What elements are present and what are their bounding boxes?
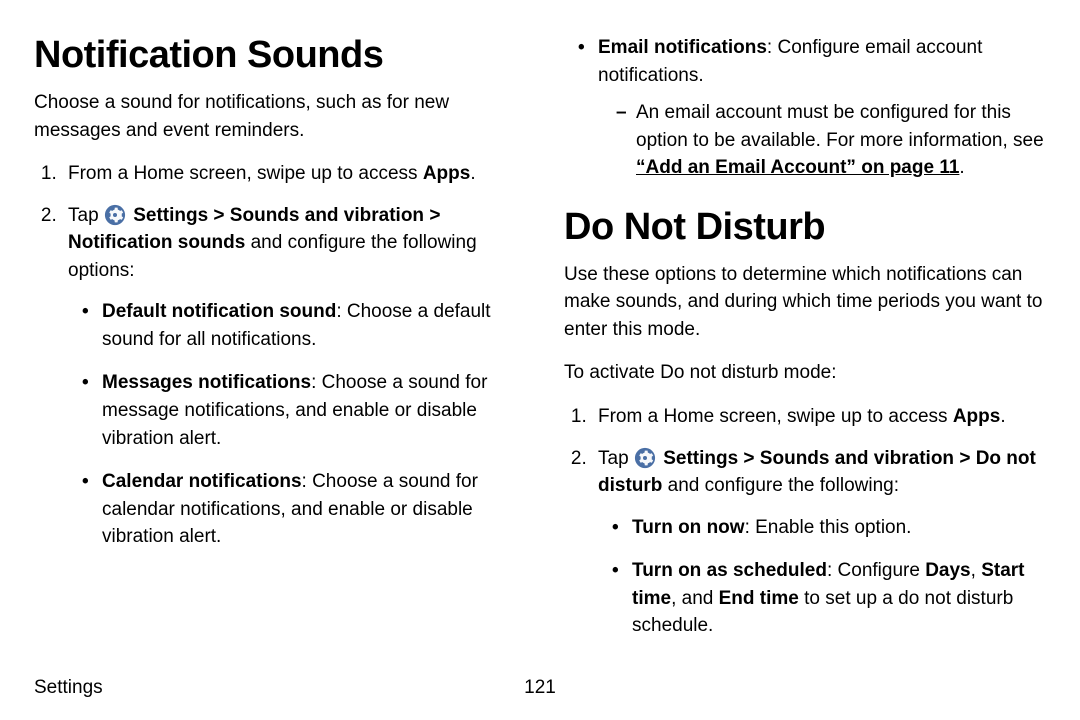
bullet-calendar: Calendar notifications: Choose a sound f… (82, 468, 516, 551)
footer-page-number: 121 (524, 674, 556, 702)
bullet-messages: Messages notifications: Choose a sound f… (82, 369, 516, 452)
bold-text: Days (925, 560, 970, 581)
bold-text: Calendar notifications (102, 471, 302, 492)
bullet-turn-on-now: Turn on now: Enable this option. (612, 514, 1046, 542)
bold-text: Turn on now (632, 517, 745, 538)
dash-item: An email account must be configured for … (616, 99, 1046, 182)
text: , and (671, 588, 719, 609)
text: . (959, 157, 964, 178)
bold-text: Turn on as scheduled (632, 560, 827, 581)
text: and configure the following: (662, 475, 899, 496)
options-list-right: Turn on now: Enable this option. Turn on… (598, 514, 1046, 640)
gear-icon (104, 204, 126, 226)
bold-text: Apps (953, 406, 1001, 427)
heading-notification-sounds: Notification Sounds (34, 28, 516, 83)
text: . (1000, 406, 1005, 427)
bold-text: End time (719, 588, 799, 609)
bold-text: Default notification sound (102, 301, 336, 322)
bold-text: Email notifications (598, 37, 767, 58)
heading-do-not-disturb: Do Not Disturb (564, 200, 1046, 255)
options-list-left: Default notification sound: Choose a def… (68, 298, 516, 550)
bold-text: Messages notifications (102, 372, 311, 393)
bold-text: Apps (423, 163, 471, 184)
bullet-email: Email notifications: Configure email acc… (578, 34, 1046, 182)
page-footer: Settings 121 (34, 674, 1046, 702)
steps-list-right: From a Home screen, swipe up to access A… (564, 403, 1046, 640)
step-2-right: Tap Settings > Sounds and vibration > Do… (592, 445, 1046, 640)
bullet-turn-on-scheduled: Turn on as scheduled: Configure Days, St… (612, 557, 1046, 640)
gear-icon (634, 447, 656, 469)
text: , (971, 560, 982, 581)
intro-paragraph: Choose a sound for notifications, such a… (34, 89, 516, 144)
page-content: Notification Sounds Choose a sound for n… (0, 0, 1080, 666)
text: . (470, 163, 475, 184)
right-column: Email notifications: Configure email acc… (564, 28, 1046, 656)
left-column: Notification Sounds Choose a sound for n… (34, 28, 516, 656)
text: : Enable this option. (745, 517, 912, 538)
steps-list-left: From a Home screen, swipe up to access A… (34, 160, 516, 551)
options-list-right-top: Email notifications: Configure email acc… (564, 34, 1046, 182)
step-1-left: From a Home screen, swipe up to access A… (62, 160, 516, 188)
text: Tap (598, 448, 634, 469)
step-2-left: Tap Settings > Sounds and vibration > No… (62, 202, 516, 551)
dnd-activate: To activate Do not disturb mode: (564, 359, 1046, 387)
text: From a Home screen, swipe up to access (68, 163, 423, 184)
step-1-right: From a Home screen, swipe up to access A… (592, 403, 1046, 431)
footer-section: Settings (34, 674, 103, 702)
text: Tap (68, 205, 104, 226)
cross-reference-link[interactable]: “Add an Email Account” on page 11 (636, 157, 959, 178)
sub-list: An email account must be configured for … (598, 99, 1046, 182)
text: From a Home screen, swipe up to access (598, 406, 953, 427)
text: An email account must be configured for … (636, 102, 1044, 151)
text: : Configure (827, 560, 925, 581)
dnd-intro: Use these options to determine which not… (564, 261, 1046, 344)
bullet-default-sound: Default notification sound: Choose a def… (82, 298, 516, 353)
